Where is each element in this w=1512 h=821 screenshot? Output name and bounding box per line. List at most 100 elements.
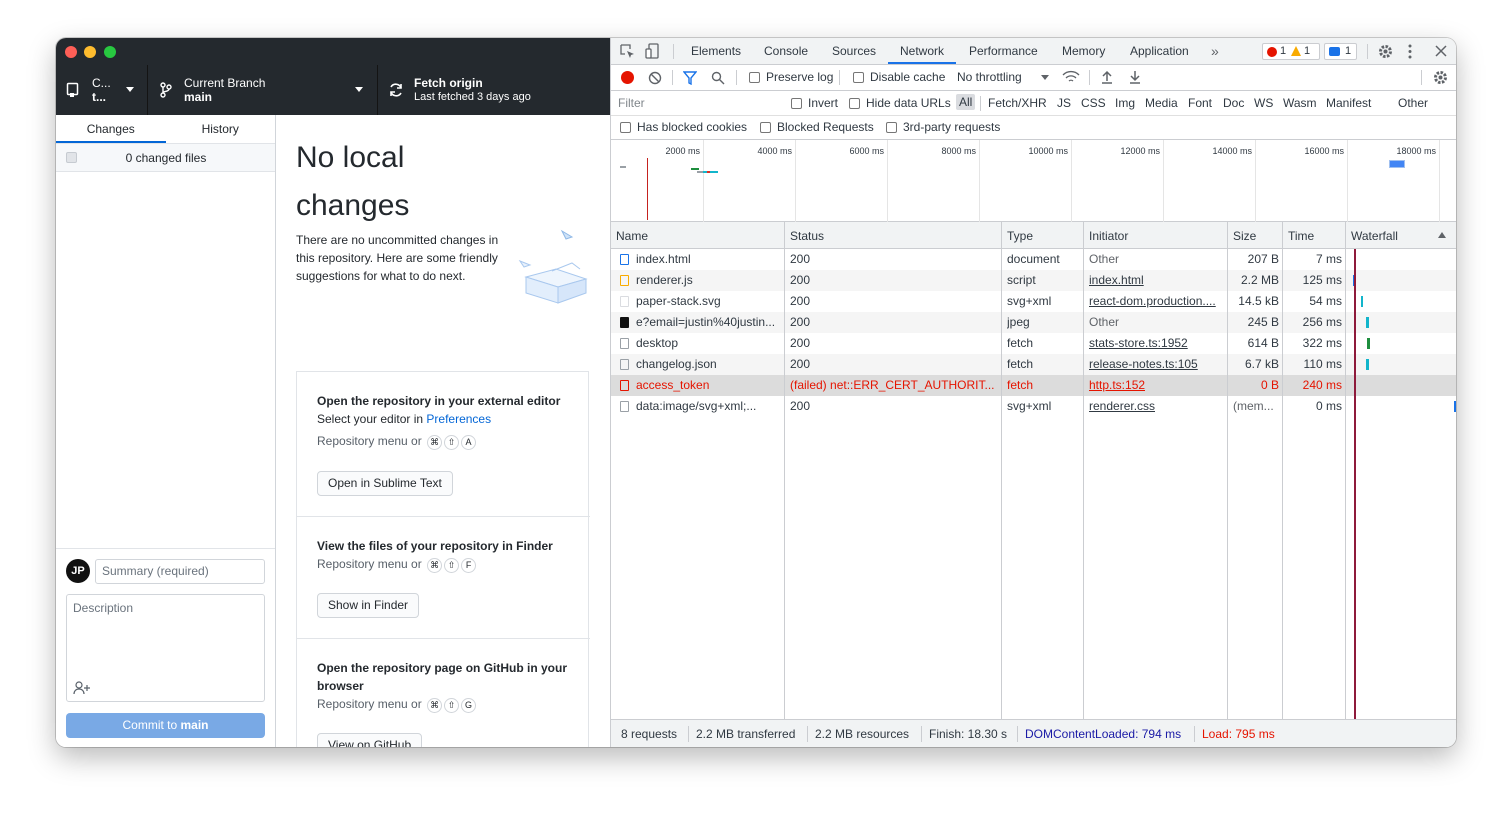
filter-icon[interactable]	[683, 71, 697, 85]
column-divider[interactable]	[1083, 222, 1084, 719]
type-filter-all[interactable]: All	[956, 94, 976, 110]
type-filter-ws[interactable]: WS	[1254, 96, 1273, 110]
request-initiator[interactable]: release-notes.ts:105	[1089, 354, 1198, 375]
type-filter-other[interactable]: Other	[1398, 96, 1428, 110]
third-party-checkbox[interactable]	[886, 122, 897, 133]
view-on-github-button[interactable]: View on GitHub	[317, 733, 423, 747]
search-icon[interactable]	[711, 71, 725, 85]
import-har-icon[interactable]	[1101, 70, 1113, 84]
table-row[interactable]: data:image/svg+xml;... 200 svg+xml rende…	[611, 396, 1456, 417]
col-initiator[interactable]: Initiator	[1089, 229, 1128, 243]
jpeg-icon	[620, 317, 629, 328]
export-har-icon[interactable]	[1129, 70, 1141, 84]
type-filter-media[interactable]: Media	[1145, 96, 1178, 110]
tab-performance[interactable]: Performance	[969, 38, 1038, 64]
summary-input[interactable]: Summary (required)	[95, 559, 265, 584]
throttling-select[interactable]: No throttling	[957, 70, 1022, 84]
table-row[interactable]: access_token (failed) net::ERR_CERT_AUTH…	[611, 375, 1456, 396]
type-filter-fetch-xhr[interactable]: Fetch/XHR	[988, 96, 1047, 110]
request-initiator[interactable]: index.html	[1089, 270, 1144, 291]
request-initiator[interactable]: renderer.css	[1089, 396, 1155, 417]
tab-elements[interactable]: Elements	[691, 38, 741, 64]
blocked-requests-checkbox[interactable]	[760, 122, 771, 133]
table-row[interactable]: changelog.json 200 fetch release-notes.t…	[611, 354, 1456, 375]
col-status[interactable]: Status	[790, 229, 824, 243]
more-options-icon[interactable]	[1408, 44, 1412, 59]
preserve-log-checkbox[interactable]	[749, 72, 760, 83]
table-row[interactable]: desktop 200 fetch stats-store.ts:1952 61…	[611, 333, 1456, 354]
minimize-window-button[interactable]	[84, 46, 96, 58]
table-row[interactable]: e?email=justin%40justin... 200 jpeg Othe…	[611, 312, 1456, 333]
fetch-origin-button[interactable]: Fetch origin Last fetched 3 days ago	[378, 65, 610, 115]
request-initiator[interactable]: http.ts:152	[1089, 375, 1145, 396]
tab-changes[interactable]: Changes	[56, 115, 166, 143]
changed-files-header: 0 changed files	[56, 144, 275, 172]
table-row[interactable]: paper-stack.svg 200 svg+xml react-dom.pr…	[611, 291, 1456, 312]
branch-value: main	[184, 90, 213, 104]
type-filter-wasm[interactable]: Wasm	[1283, 96, 1317, 110]
tab-network[interactable]: Network	[888, 38, 957, 64]
disable-cache-checkbox[interactable]	[853, 72, 864, 83]
commit-button[interactable]: Commit to main	[66, 713, 265, 738]
close-window-button[interactable]	[65, 46, 77, 58]
branch-selector[interactable]: Current Branch main	[148, 65, 378, 115]
request-initiator[interactable]: stats-store.ts:1952	[1089, 333, 1188, 354]
close-icon[interactable]	[1435, 45, 1447, 57]
issues-counter[interactable]: 1 1	[1262, 43, 1320, 60]
paper-stack-illustration	[518, 229, 588, 304]
type-filter-font[interactable]: Font	[1188, 96, 1212, 110]
record-icon[interactable]	[621, 71, 634, 84]
sidebar: Changes History 0 changed files JP Summa…	[56, 115, 276, 747]
third-party-label: 3rd-party requests	[903, 120, 1001, 134]
tab-history[interactable]: History	[166, 115, 276, 143]
device-toolbar-icon[interactable]	[645, 43, 659, 59]
column-divider[interactable]	[1282, 222, 1283, 719]
zoom-window-button[interactable]	[104, 46, 116, 58]
more-tabs-icon[interactable]: »	[1211, 38, 1219, 64]
invert-checkbox[interactable]	[791, 98, 802, 109]
col-waterfall[interactable]: Waterfall	[1351, 229, 1398, 243]
col-type[interactable]: Type	[1007, 229, 1033, 243]
column-divider[interactable]	[1001, 222, 1002, 719]
hide-data-urls-checkbox[interactable]	[849, 98, 860, 109]
settings-gear-icon[interactable]	[1378, 44, 1393, 59]
network-conditions-icon[interactable]	[1062, 70, 1080, 84]
filter-input[interactable]: Filter	[613, 93, 777, 113]
tab-memory[interactable]: Memory	[1062, 38, 1105, 64]
repository-selector[interactable]: C... t...	[56, 65, 148, 115]
col-name[interactable]: Name	[616, 229, 648, 243]
network-settings-icon[interactable]	[1433, 70, 1448, 85]
table-row[interactable]: renderer.js 200 script index.html 2.2 MB…	[611, 270, 1456, 291]
has-blocked-cookies-checkbox[interactable]	[620, 122, 631, 133]
request-initiator: Other	[1089, 252, 1120, 266]
overview-gridline	[979, 140, 980, 222]
request-initiator[interactable]: react-dom.production....	[1089, 291, 1227, 312]
type-filter-img[interactable]: Img	[1115, 96, 1135, 110]
clear-icon[interactable]	[648, 71, 662, 85]
request-time: 256 ms	[1302, 315, 1342, 329]
tab-application[interactable]: Application	[1130, 38, 1189, 64]
table-row[interactable]: index.html 200 document Other 207 B 7 ms	[611, 249, 1456, 270]
type-filter-manifest[interactable]: Manifest	[1326, 96, 1371, 110]
column-divider[interactable]	[784, 222, 785, 719]
tab-sources[interactable]: Sources	[832, 38, 876, 64]
messages-counter[interactable]: 1	[1324, 43, 1357, 60]
type-filter-doc[interactable]: Doc	[1223, 96, 1244, 110]
tab-console[interactable]: Console	[764, 38, 808, 64]
type-filter-css[interactable]: CSS	[1081, 96, 1106, 110]
col-size[interactable]: Size	[1233, 229, 1256, 243]
preferences-link[interactable]: Preferences	[426, 412, 491, 426]
column-divider[interactable]	[1345, 222, 1346, 719]
type-filter-js[interactable]: JS	[1057, 96, 1071, 110]
request-name: index.html	[636, 252, 691, 266]
overview-tick-label: 4000 ms	[757, 146, 792, 156]
description-input[interactable]: Description	[66, 594, 265, 702]
column-divider[interactable]	[1227, 222, 1228, 719]
open-in-editor-button[interactable]: Open in Sublime Text	[317, 471, 453, 496]
show-in-finder-button[interactable]: Show in Finder	[317, 593, 420, 618]
col-time[interactable]: Time	[1288, 229, 1314, 243]
inspect-icon[interactable]	[620, 44, 635, 59]
add-coauthor-icon[interactable]	[73, 681, 91, 695]
github-shortcut: Repository menu or ⌘ ⇧ G	[317, 697, 477, 713]
overview-gridline	[887, 140, 888, 222]
